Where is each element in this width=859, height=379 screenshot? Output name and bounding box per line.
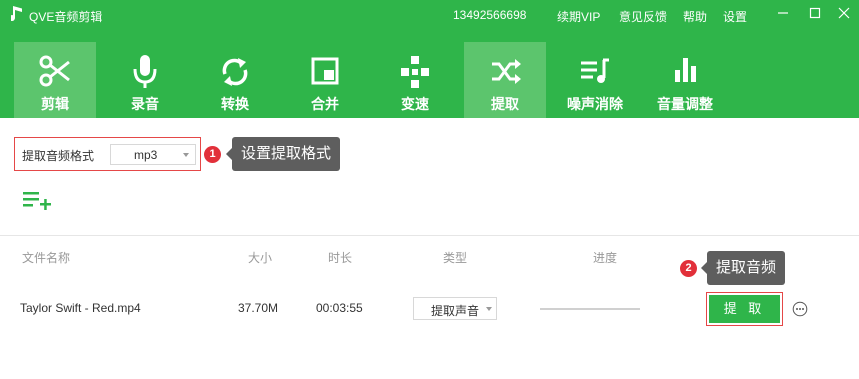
volume-bars-icon [675,58,696,82]
divider [0,235,859,236]
extract-button-highlight: 提 取 [706,292,783,326]
close-icon [838,7,850,19]
maximize-icon [809,7,821,19]
tab-label: 变速 [401,96,429,112]
tab-label: 提取 [491,96,519,112]
scissors-icon [39,55,70,87]
tab-label: 剪辑 [41,96,69,112]
music-note-icon [11,6,22,21]
file-name: Taylor Swift - Red.mp4 [20,301,141,315]
feedback-link[interactable]: 意见反馈 [619,8,667,25]
app-header: QVE音频剪辑 13492566698 续期VIP 意见反馈 帮助 设置 剪辑 [0,0,859,118]
renew-vip-link[interactable]: 续期VIP [557,8,600,25]
file-duration: 00:03:55 [316,301,363,315]
callout-badge: 2 [680,260,697,277]
format-label: 提取音频格式 [22,149,95,163]
tab-label: 噪声消除 [567,96,623,112]
add-files-button[interactable] [23,190,51,212]
more-options-button[interactable] [792,301,808,317]
title-bar: QVE音频剪辑 13492566698 续期VIP 意见反馈 帮助 设置 [0,0,859,30]
convert-icon [222,58,248,86]
settings-link[interactable]: 设置 [723,8,747,25]
type-value: 提取声音 [431,304,480,318]
tab-label: 录音 [131,96,159,112]
minimize-button[interactable] [774,4,792,22]
tab-convert[interactable]: 转换 [194,42,276,118]
tab-noise-removal[interactable]: 噪声消除 [554,42,636,118]
shuffle-icon [492,59,521,84]
noise-removal-icon [581,58,609,83]
chevron-down-icon [183,153,189,157]
callout-badge: 1 [204,146,221,163]
tab-record[interactable]: 录音 [104,42,186,118]
more-options-icon [792,301,808,317]
tab-cut[interactable]: 剪辑 [14,42,96,118]
add-list-icon [23,192,51,210]
column-header-progress: 进度 [593,251,618,265]
file-size: 37.70M [238,301,279,315]
column-header-name: 文件名称 [22,251,71,265]
tab-label: 音量调整 [657,96,713,112]
maximize-button[interactable] [806,4,824,22]
account-phone: 13492566698 [453,8,527,22]
chevron-down-icon [486,307,492,311]
tab-label: 转换 [221,96,249,112]
callout-tooltip: 提取音频 [700,251,786,285]
tab-speed[interactable]: 变速 [374,42,456,118]
column-header-type: 类型 [443,251,468,265]
close-button[interactable] [835,4,853,22]
help-link[interactable]: 帮助 [683,8,707,25]
microphone-icon [133,55,157,88]
callout-tooltip: 设置提取格式 [225,137,341,171]
tab-merge[interactable]: 合并 [284,42,366,118]
progress-bar [540,308,640,310]
format-value: mp3 [134,148,158,162]
column-header-size: 大小 [248,251,273,265]
tab-label: 合并 [311,96,339,112]
column-header-duration: 时长 [328,251,353,265]
extract-button[interactable]: 提 取 [709,295,780,323]
minimize-icon [778,12,788,14]
app-title: QVE音频剪辑 [29,10,103,24]
type-dropdown[interactable]: 提取声音 [413,297,497,320]
format-dropdown[interactable]: mp3 [110,144,196,165]
speed-icon [401,56,429,88]
tab-extract[interactable]: 提取 [464,42,546,118]
merge-icon [311,57,339,85]
format-selector-highlight: 提取音频格式 mp3 [14,137,201,171]
tab-volume[interactable]: 音量调整 [644,42,726,118]
